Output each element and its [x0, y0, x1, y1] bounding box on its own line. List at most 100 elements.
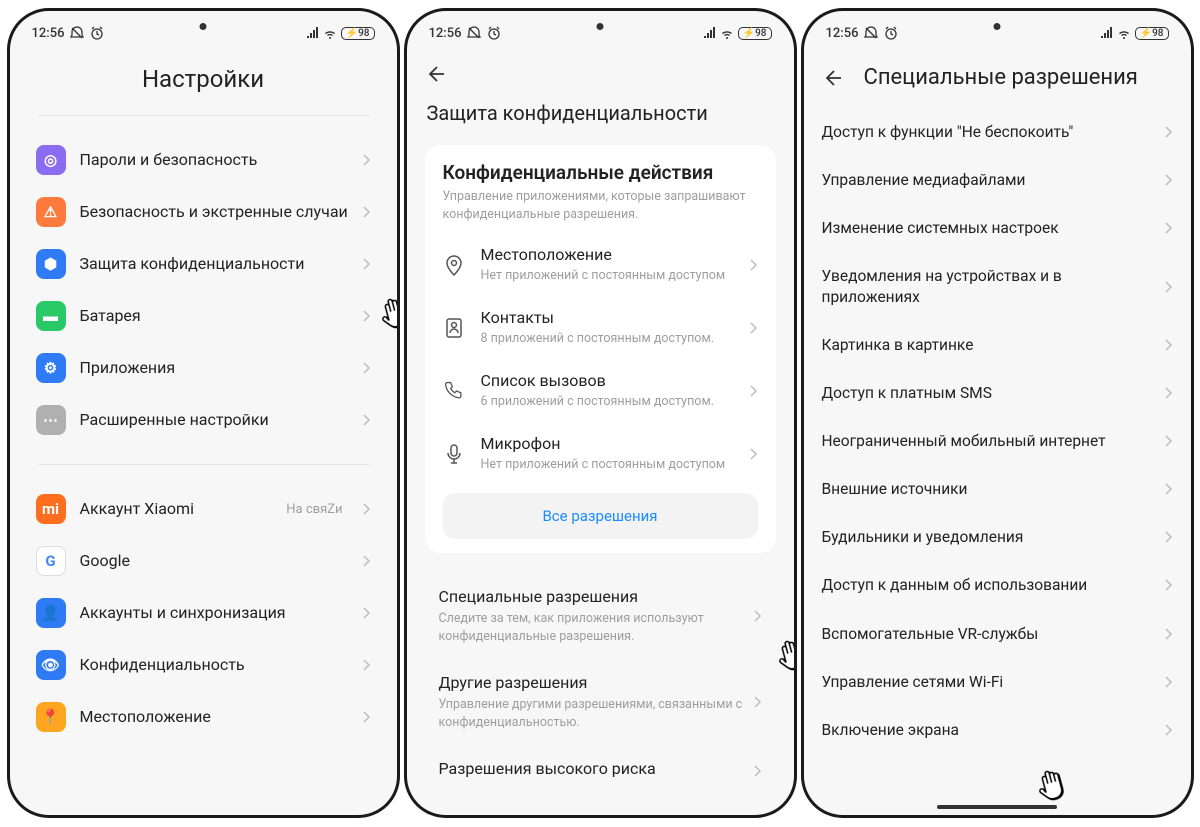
sync-icon: 👤 [36, 598, 66, 628]
back-icon[interactable] [824, 69, 844, 87]
permission-row[interactable]: Контакты 8 приложений с постоянным досту… [429, 296, 772, 359]
card-title: Конфиденциальные действия [443, 161, 758, 184]
row-label: Расширенные настройки [80, 410, 349, 431]
chevron-right-icon [1165, 628, 1173, 640]
dnd-icon [70, 26, 84, 40]
dnd-icon [467, 26, 481, 40]
clock: 12:56 [429, 26, 462, 41]
permission-row[interactable]: Управление медиафайлами [804, 156, 1191, 204]
chevron-right-icon [363, 607, 371, 619]
permission-row[interactable]: Картинка в картинке [804, 321, 1191, 369]
row-label: Доступ к данным об использовании [822, 575, 1153, 595]
row-label: Список вызовов [481, 371, 734, 392]
battery-icon: ⚡98 [738, 27, 772, 40]
row-label: Защита конфиденциальности [80, 254, 349, 275]
mic-icon [443, 443, 465, 465]
section-row[interactable]: Специальные разрешения Следите за тем, к… [421, 573, 780, 659]
all-permissions-button[interactable]: Все разрешения [443, 493, 758, 539]
permission-row[interactable]: Микрофон Нет приложений с постоянным дос… [429, 422, 772, 485]
chevron-right-icon [363, 711, 371, 723]
chevron-right-icon [1165, 676, 1173, 688]
settings-row[interactable]: 👤 Аккаунты и синхронизация [24, 587, 383, 639]
row-label: Будильники и уведомления [822, 527, 1153, 547]
battery-icon: ⚡98 [341, 27, 375, 40]
settings-row[interactable]: ◎ Пароли и безопасность [24, 134, 383, 186]
permission-row[interactable]: Будильники и уведомления [804, 513, 1191, 561]
settings-row[interactable]: G Google [24, 535, 383, 587]
settings-row[interactable]: ⬢ Защита конфиденциальности [24, 238, 383, 290]
row-label: Включение экрана [822, 720, 1153, 740]
chevron-right-icon [1165, 435, 1173, 447]
permission-row[interactable]: Список вызовов 6 приложений с постоянным… [429, 359, 772, 422]
row-label: Изменение системных настроек [822, 218, 1153, 238]
chevron-right-icon [1165, 724, 1173, 736]
section-title: Другие разрешения [439, 673, 744, 692]
settings-row[interactable]: ⋯ Расширенные настройки [24, 394, 383, 446]
chevron-right-icon [754, 610, 762, 622]
signal-icon [1100, 27, 1113, 40]
section-title: Специальные разрешения [439, 587, 744, 606]
permission-row[interactable]: Включение экрана [804, 706, 1191, 754]
battery-icon: ⚡98 [1135, 27, 1169, 40]
settings-row[interactable]: 👁 Конфиденциальность [24, 639, 383, 691]
location-icon: 📍 [36, 702, 66, 732]
permission-row[interactable]: Местоположение Нет приложений с постоянн… [429, 233, 772, 296]
row-label: Безопасность и экстренные случаи [80, 202, 349, 223]
chevron-right-icon [754, 765, 762, 777]
permission-row[interactable]: Доступ к функции "Не беспокоить" [804, 108, 1191, 156]
home-indicator[interactable] [937, 805, 1057, 809]
section-row[interactable]: Разрешения высокого риска [421, 745, 780, 796]
chevron-right-icon [754, 696, 762, 708]
privacy-icon: ⬢ [36, 249, 66, 279]
settings-row[interactable]: mi Аккаунт Xiaomi На свяZи [24, 483, 383, 535]
chevron-right-icon [1165, 387, 1173, 399]
page-title: Специальные разрешения [864, 65, 1138, 90]
settings-row[interactable]: 📍 Местоположение [24, 691, 383, 743]
row-label: Управление сетями Wi-Fi [822, 672, 1153, 692]
alarm-icon [90, 26, 104, 40]
battery-icon: ▬ [36, 301, 66, 331]
row-sub: Нет приложений с постоянным доступом [481, 268, 734, 284]
chevron-right-icon [363, 206, 371, 218]
permission-row[interactable]: Вспомогательные VR-службы [804, 610, 1191, 658]
row-label: Аккаунты и синхронизация [80, 603, 349, 624]
permission-row[interactable]: Доступ к данным об использовании [804, 561, 1191, 609]
phone-icon [443, 380, 465, 402]
section-desc: Управление другими разрешениями, связанн… [439, 696, 744, 731]
settings-row[interactable]: ⚠ Безопасность и экстренные случаи [24, 186, 383, 238]
section-title: Разрешения высокого риска [439, 759, 744, 778]
clock: 12:56 [826, 26, 859, 41]
page-title: Настройки [10, 51, 397, 111]
eye-icon: 👁 [36, 650, 66, 680]
row-label: Google [80, 551, 349, 572]
row-label: Местоположение [80, 707, 349, 728]
row-label: Конфиденциальность [80, 655, 349, 676]
row-label: Управление медиафайлами [822, 170, 1153, 190]
permission-row[interactable]: Внешние источники [804, 465, 1191, 513]
row-label: Батарея [80, 306, 349, 327]
alarm-icon [487, 26, 501, 40]
phone-special-permissions: 12:56 ⚡98 Специальные разрешения Доступ … [801, 8, 1194, 818]
permission-row[interactable]: Управление сетями Wi-Fi [804, 658, 1191, 706]
chevron-right-icon [363, 659, 371, 671]
permission-row[interactable]: Доступ к платным SMS [804, 369, 1191, 417]
contact-icon [443, 317, 465, 339]
back-icon[interactable] [427, 65, 447, 83]
chevron-right-icon [363, 362, 371, 374]
settings-row[interactable]: ▬ Батарея [24, 290, 383, 342]
chevron-right-icon [1165, 531, 1173, 543]
row-sub: Нет приложений с постоянным доступом [481, 457, 734, 473]
permission-row[interactable]: Изменение системных настроек [804, 204, 1191, 252]
chevron-right-icon [750, 448, 758, 460]
row-label: Внешние источники [822, 479, 1153, 499]
settings-row[interactable]: ⚙ Приложения [24, 342, 383, 394]
status-bar: 12:56 ⚡98 [804, 15, 1191, 51]
row-label: Доступ к платным SMS [822, 383, 1153, 403]
permission-row[interactable]: Уведомления на устройствах и в приложени… [804, 252, 1191, 320]
signal-icon [306, 27, 319, 40]
row-label: Аккаунт Xiaomi [80, 499, 273, 520]
section-row[interactable]: Другие разрешения Управление другими раз… [421, 659, 780, 745]
permission-row[interactable]: Неограниченный мобильный интернет [804, 417, 1191, 465]
google-icon: G [36, 546, 66, 576]
chevron-right-icon [1165, 126, 1173, 138]
